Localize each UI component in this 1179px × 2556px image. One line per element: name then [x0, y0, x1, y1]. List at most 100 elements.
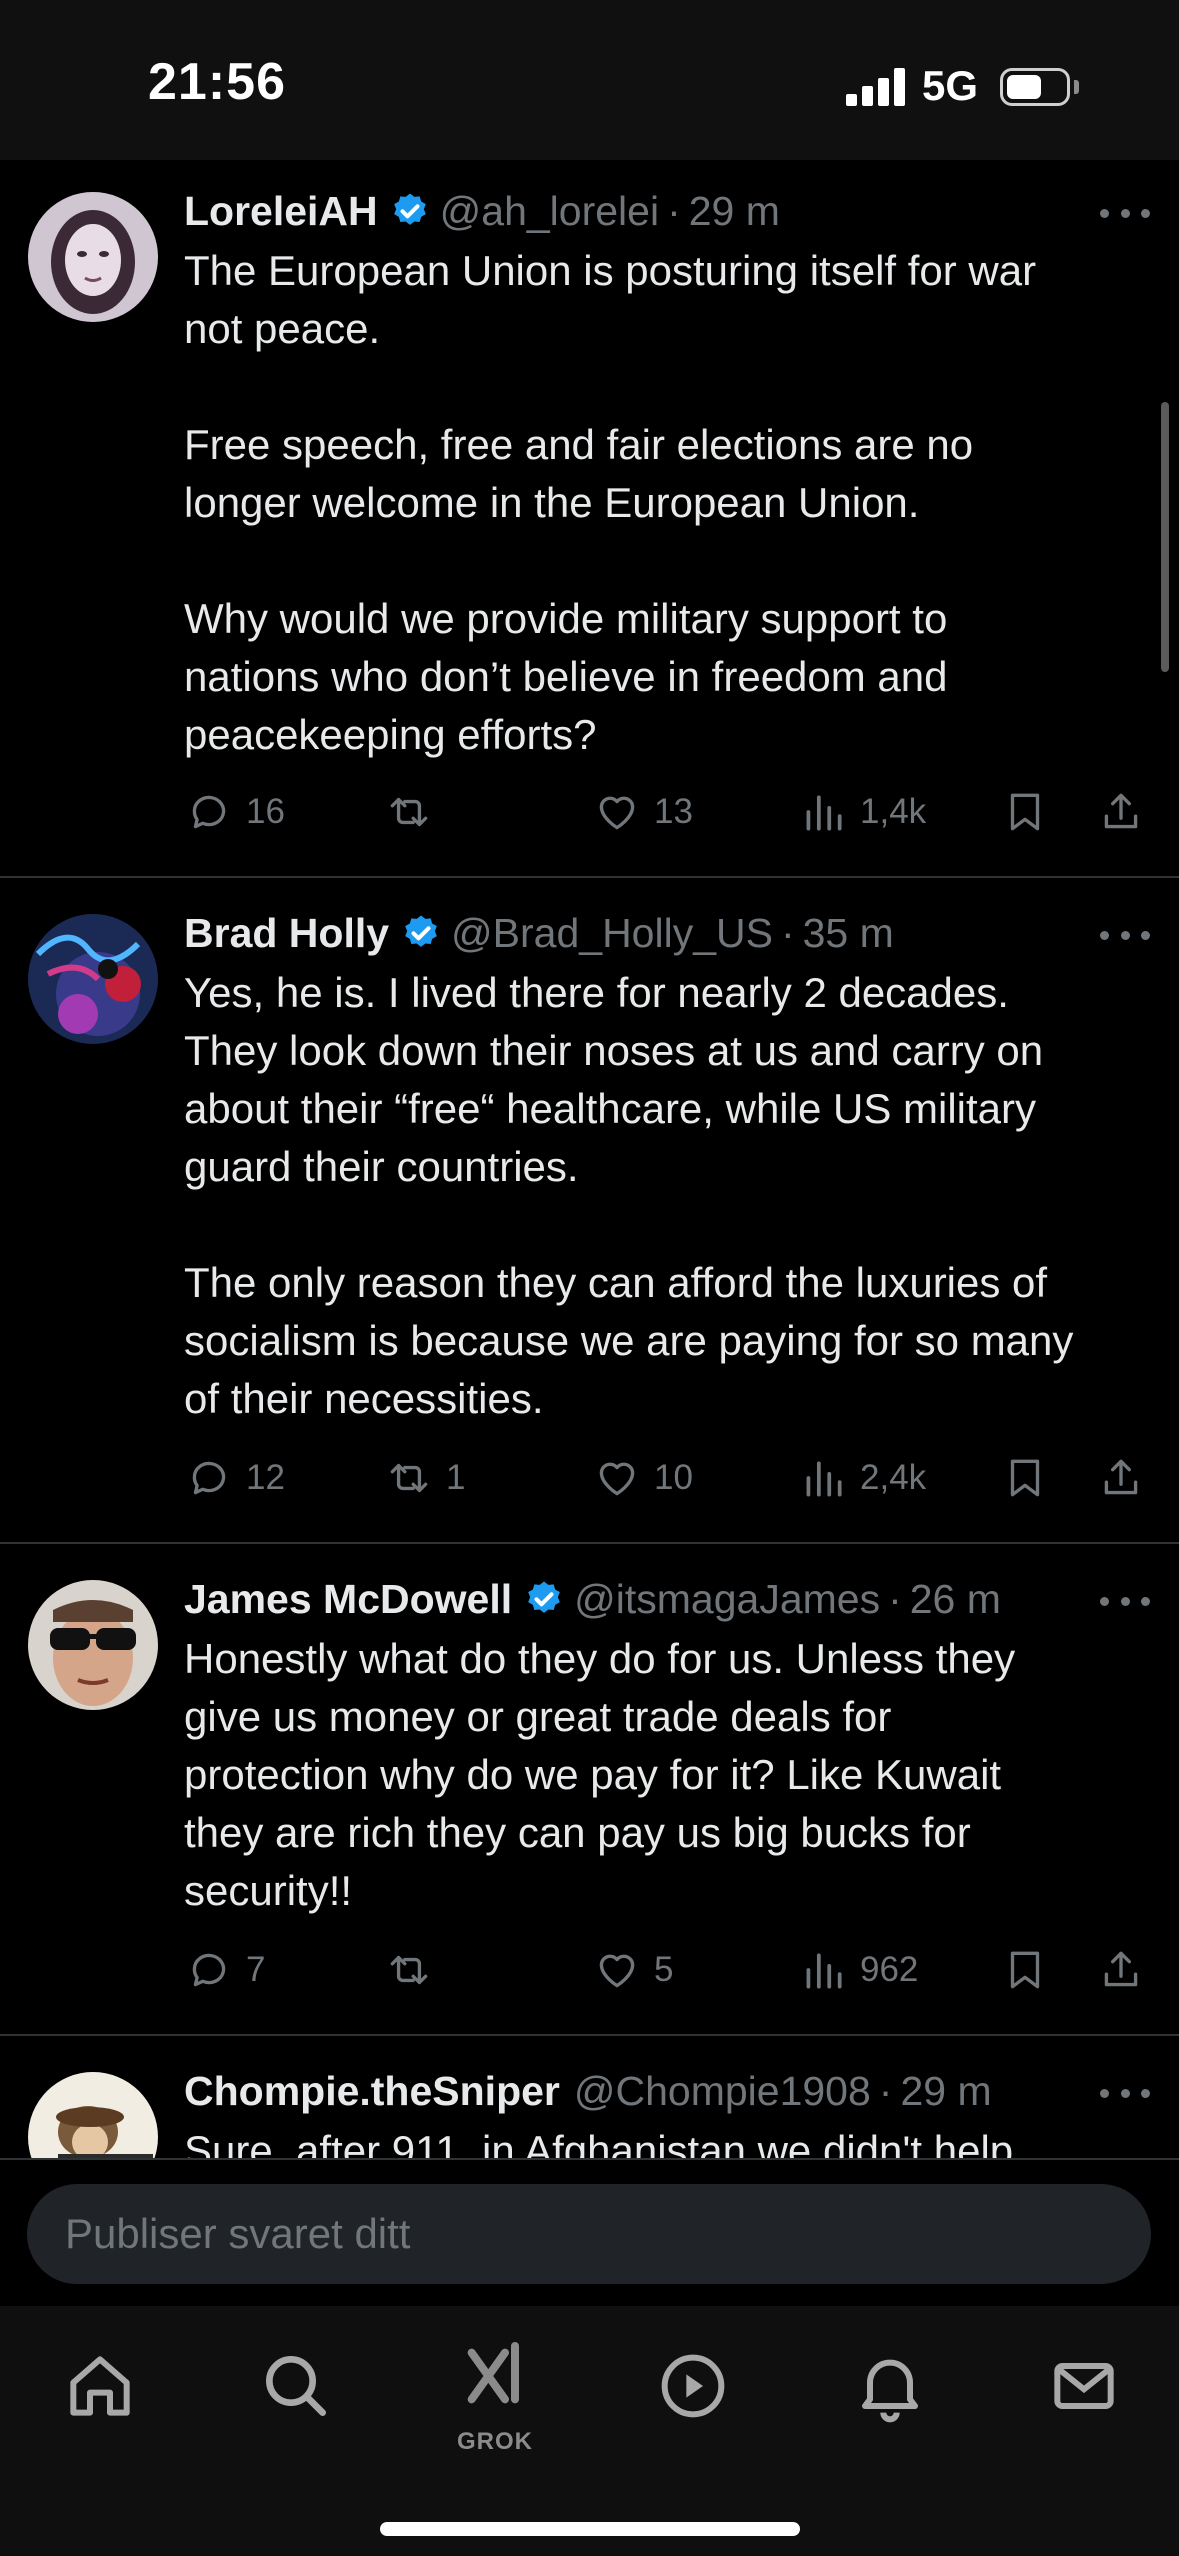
tweet-header: James McDowell @itsmagaJames · 26 m [184, 1571, 1001, 1627]
signal-icon [846, 68, 906, 106]
more-options-icon[interactable] [1100, 203, 1150, 223]
tweet[interactable]: Brad Holly @Brad_Holly_US · 35 m Yes, he… [0, 878, 1179, 1544]
home-icon [70, 2356, 130, 2416]
author-name[interactable]: Brad Holly [184, 910, 389, 957]
more-options-icon[interactable] [1100, 1591, 1150, 1611]
tweet-actions: 12 1 10 2,4k [184, 1448, 1154, 1508]
views-chart-icon [806, 795, 842, 831]
repost-button[interactable]: 1 [384, 1448, 465, 1508]
views-button[interactable]: 2,4k [798, 1448, 926, 1508]
share-icon [1104, 1951, 1138, 1987]
like-button[interactable]: 5 [592, 1940, 673, 2000]
views-button[interactable]: 962 [798, 1940, 918, 2000]
author-handle[interactable]: @ah_lorelei [440, 188, 659, 235]
tweet-header: Brad Holly @Brad_Holly_US · 35 m [184, 905, 894, 961]
timestamp[interactable]: 29 m [689, 188, 780, 235]
view-count: 962 [860, 1950, 919, 1989]
tweet-actions: 7 5 962 [184, 1940, 1154, 2000]
bookmark-button[interactable] [1000, 1940, 1062, 2000]
repost-count: 1 [446, 1458, 466, 1497]
status-time: 21:56 [148, 53, 286, 111]
share-button[interactable] [1096, 782, 1158, 842]
repost-icon [390, 1955, 428, 1985]
tweet[interactable]: LoreleiAH @ah_lorelei · 29 m The Europea… [0, 160, 1179, 878]
share-button[interactable] [1096, 1448, 1158, 1508]
tweet-text: The European Union is posturing itself f… [184, 247, 1037, 758]
separator: · [780, 909, 795, 956]
reply-icon [192, 1461, 226, 1495]
author-handle[interactable]: @itsmagaJames [574, 1576, 880, 1623]
bookmark-icon [1010, 1459, 1040, 1497]
reply-button[interactable]: 12 [184, 1448, 285, 1508]
heart-icon [599, 796, 635, 830]
timestamp[interactable]: 26 m [910, 1576, 1001, 1623]
timestamp[interactable]: 35 m [803, 910, 894, 957]
views-chart-icon [806, 1953, 842, 1989]
avatar[interactable] [28, 2072, 158, 2158]
home-indicator[interactable] [380, 2522, 800, 2536]
reply-bar: Publiser svaret ditt [0, 2158, 1179, 2306]
tweet-header: LoreleiAH @ah_lorelei · 29 m [184, 183, 780, 239]
like-button[interactable]: 13 [592, 782, 693, 842]
nav-search[interactable] [256, 2346, 336, 2426]
nav-grok[interactable] [455, 2336, 535, 2416]
nav-notifications[interactable] [850, 2346, 930, 2426]
author-handle[interactable]: @Brad_Holly_US [451, 910, 773, 957]
bookmark-icon [1010, 1951, 1040, 1989]
like-count: 10 [654, 1458, 693, 1497]
like-count: 5 [654, 1950, 674, 1989]
verified-badge-icon [528, 1581, 560, 1613]
status-bar: 21:56 5G [0, 0, 1179, 160]
search-icon [266, 2356, 326, 2416]
bottom-nav: GROK [0, 2306, 1179, 2556]
author-name[interactable]: Chompie.theSniper [184, 2068, 560, 2115]
bookmark-button[interactable] [1000, 1448, 1062, 1508]
repost-button[interactable] [384, 782, 446, 842]
author-name[interactable]: James McDowell [184, 1576, 512, 1623]
scrollbar[interactable] [1161, 402, 1169, 672]
more-options-icon[interactable] [1100, 2083, 1150, 2103]
reply-button[interactable]: 16 [184, 782, 285, 842]
more-options-icon[interactable] [1100, 925, 1150, 945]
separator: · [667, 187, 681, 234]
tweet-text: Sure, after 911, in Afghanistan we didn'… [184, 2127, 1014, 2158]
nav-video[interactable] [653, 2346, 733, 2426]
author-handle[interactable]: @Chompie1908 [574, 2068, 871, 2115]
bookmark-icon [1010, 793, 1040, 831]
repost-button[interactable] [384, 1940, 446, 2000]
heart-icon [599, 1462, 635, 1496]
view-count: 2,4k [860, 1458, 927, 1497]
reply-count: 12 [246, 1458, 285, 1497]
bell-icon [862, 2359, 918, 2423]
like-button[interactable]: 10 [592, 1448, 693, 1508]
author-name[interactable]: LoreleiAH [184, 188, 378, 235]
tweet[interactable]: Chompie.theSniper @Chompie1908 · 29 m Su… [0, 2036, 1179, 2158]
reply-input[interactable]: Publiser svaret ditt [27, 2184, 1151, 2284]
grok-label: GROK [457, 2428, 533, 2455]
play-circle-icon [661, 2354, 725, 2418]
avatar[interactable] [28, 1580, 158, 1710]
nav-messages[interactable] [1044, 2346, 1124, 2426]
view-count: 1,4k [860, 792, 927, 831]
network-label: 5G [922, 62, 979, 109]
share-icon [1104, 793, 1138, 829]
mail-icon [1054, 2363, 1114, 2409]
reply-icon [192, 1953, 226, 1987]
tweet[interactable]: James McDowell @itsmagaJames · 26 m Hone… [0, 1544, 1179, 2036]
repost-icon [390, 1463, 428, 1493]
separator: · [888, 1575, 902, 1622]
share-button[interactable] [1096, 1940, 1158, 2000]
timestamp[interactable]: 29 m [900, 2068, 991, 2115]
avatar[interactable] [28, 192, 158, 322]
avatar[interactable] [28, 914, 158, 1044]
nav-home[interactable] [60, 2346, 140, 2426]
reply-count: 7 [246, 1950, 266, 1989]
grok-icon [467, 2342, 519, 2404]
views-chart-icon [806, 1461, 842, 1497]
reply-feed[interactable]: LoreleiAH @ah_lorelei · 29 m The Europea… [0, 160, 1179, 2158]
separator: · [878, 2067, 893, 2114]
bookmark-button[interactable] [1000, 782, 1062, 842]
views-button[interactable]: 1,4k [798, 782, 926, 842]
reply-button[interactable]: 7 [184, 1940, 265, 2000]
verified-badge-icon [405, 915, 437, 947]
